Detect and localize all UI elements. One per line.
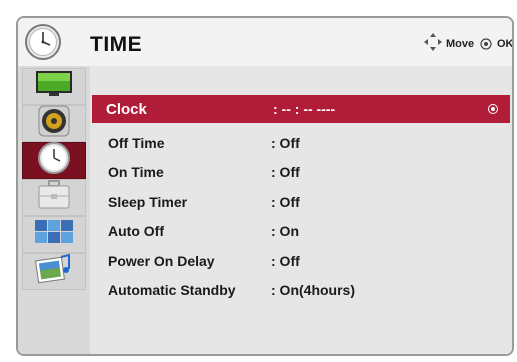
setting-value: : Off bbox=[271, 194, 300, 210]
settings-panel: Clock : -- : -- ---- Off Time : Off On T… bbox=[90, 66, 512, 354]
clock-icon bbox=[37, 141, 71, 180]
setting-label: Clock bbox=[106, 101, 147, 118]
clock-icon bbox=[24, 23, 62, 66]
move-arrows-icon bbox=[423, 32, 443, 57]
setting-value: : Off bbox=[271, 253, 300, 269]
setting-value: : -- : -- ---- bbox=[273, 101, 336, 117]
setting-row-automatic-standby[interactable]: Automatic Standby : On(4hours) bbox=[90, 276, 508, 304]
setting-row-on-time[interactable]: On Time : Off bbox=[90, 158, 508, 186]
setting-row-clock[interactable]: Clock : -- : -- ---- bbox=[92, 95, 510, 123]
speaker-icon bbox=[37, 104, 71, 143]
multi-screen-icon bbox=[34, 219, 74, 250]
sidebar-item-option[interactable] bbox=[22, 179, 86, 216]
setting-row-auto-off[interactable]: Auto Off : On bbox=[90, 217, 508, 245]
setting-label: Auto Off bbox=[108, 223, 164, 239]
toolbox-icon bbox=[36, 179, 72, 216]
sidebar-item-time[interactable] bbox=[22, 142, 86, 179]
sidebar-item-media[interactable] bbox=[22, 253, 86, 290]
sidebar-item-multi-screen[interactable] bbox=[22, 216, 86, 253]
menu-title: TIME bbox=[90, 33, 143, 56]
move-hint-label: Move bbox=[446, 38, 475, 50]
setting-value: : Off bbox=[271, 135, 300, 151]
menu-header: TIME Move OK bbox=[18, 18, 512, 66]
ok-hint-label: OK bbox=[497, 38, 514, 50]
setting-row-off-time[interactable]: Off Time : Off bbox=[90, 129, 508, 157]
setting-label: Off Time bbox=[108, 135, 165, 151]
setting-label: On Time bbox=[108, 164, 164, 180]
selected-indicator-icon bbox=[488, 104, 498, 114]
category-sidebar bbox=[18, 66, 90, 354]
ok-button-icon bbox=[480, 37, 492, 55]
photo-music-icon bbox=[35, 253, 73, 290]
setting-value: : Off bbox=[271, 164, 300, 180]
setting-row-sleep-timer[interactable]: Sleep Timer : Off bbox=[90, 188, 508, 216]
time-menu-window: TIME Move OK Clock: --: -- ---- Off Ti… bbox=[16, 16, 514, 356]
sidebar-item-audio[interactable] bbox=[22, 105, 86, 142]
monitor-icon bbox=[34, 69, 74, 104]
setting-value: : On(4hours) bbox=[271, 282, 355, 298]
setting-label: Power On Delay bbox=[108, 253, 215, 269]
sidebar-item-picture[interactable] bbox=[22, 68, 86, 105]
setting-value: : On bbox=[271, 223, 299, 239]
setting-label: Automatic Standby bbox=[108, 282, 236, 298]
setting-label: Sleep Timer bbox=[108, 194, 188, 210]
setting-row-power-on-delay[interactable]: Power On Delay : Off bbox=[90, 247, 508, 275]
